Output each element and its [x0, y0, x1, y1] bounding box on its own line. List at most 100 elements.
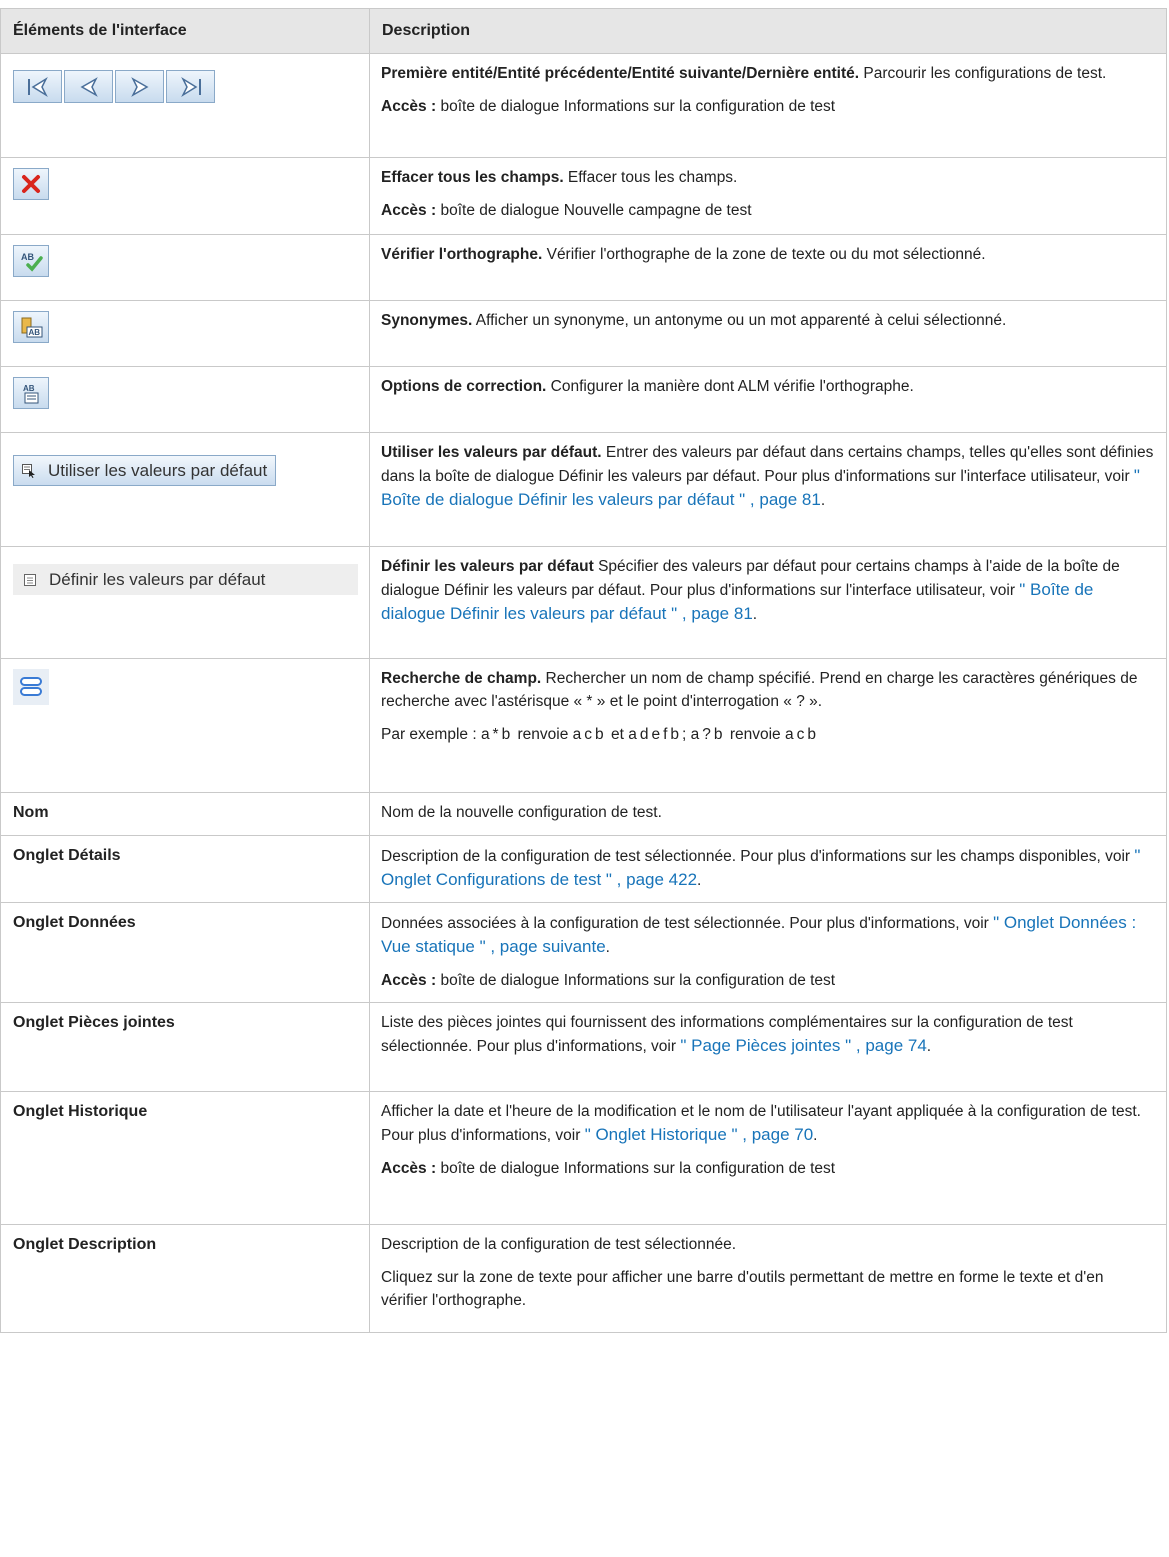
attachments-label-cell: Onglet Pièces jointes: [0, 1002, 370, 1092]
history-end: .: [813, 1127, 818, 1144]
table-row: Onglet Données Données associées à la co…: [0, 902, 1167, 1003]
name-text: Nom de la nouvelle configuration de test…: [381, 804, 662, 821]
table-row: Utiliser les valeurs par défaut Utiliser…: [0, 432, 1167, 547]
spelling-options-title: Options de correction.: [381, 378, 547, 395]
field-search-title: Recherche de champ.: [381, 670, 542, 687]
field-search-icon: [20, 677, 42, 696]
description-tab-description: Description de la configuration de test …: [369, 1224, 1167, 1333]
nav-title: Première entité/Entité précédente/Entité…: [381, 65, 860, 82]
use-defaults-button[interactable]: Utiliser les valeurs par défaut: [13, 455, 277, 486]
set-defaults-end: .: [752, 606, 758, 623]
spell-check-title: Vérifier l'orthographe.: [381, 246, 543, 263]
table-row: Onglet Historique Afficher la date et l'…: [0, 1091, 1167, 1225]
name-label: Nom: [13, 804, 49, 821]
details-text: Description de la configuration de test …: [381, 848, 1135, 865]
example-text-1: renvoie: [513, 726, 573, 743]
example-text-4: renvoie: [725, 726, 785, 743]
data-description: Données associées à la configuration de …: [369, 902, 1167, 1003]
table-row: Onglet Détails Description de la configu…: [0, 835, 1167, 903]
history-description: Afficher la date et l'heure de la modifi…: [369, 1091, 1167, 1225]
use-defaults-end: .: [820, 492, 826, 509]
clear-fields-description: Effacer tous les champs. Effacer tous le…: [369, 157, 1167, 235]
set-defaults-description: Définir les valeurs par défaut Spécifier…: [369, 546, 1167, 659]
attachments-end: .: [926, 1038, 932, 1055]
history-access-label: Accès :: [381, 1160, 437, 1177]
example-pattern-2: a?b: [690, 726, 726, 743]
header-description: Description: [369, 8, 1167, 54]
set-defaults-icon: [24, 573, 36, 586]
thesaurus-title: Synonymes.: [381, 312, 473, 329]
table-header-row: Éléments de l'interface Description: [0, 8, 1167, 54]
clear-fields-icon: [22, 175, 40, 193]
table-row: Onglet Pièces jointes Liste des pièces j…: [0, 1002, 1167, 1092]
data-text: Données associées à la configuration de …: [381, 915, 994, 932]
spelling-options-cell: AB: [0, 366, 370, 433]
clear-fields-button[interactable]: [13, 168, 49, 200]
nav-access-label: Accès :: [381, 98, 437, 115]
details-description: Description de la configuration de test …: [369, 835, 1167, 903]
description-text: Description de la configuration de test …: [381, 1236, 736, 1253]
clear-fields-text: Effacer tous les champs.: [563, 169, 738, 186]
attachments-tab-label: Onglet Pièces jointes: [13, 1014, 175, 1031]
spelling-options-description: Options de correction. Configurer la man…: [369, 366, 1167, 433]
field-search-button[interactable]: [13, 669, 49, 705]
details-label-cell: Onglet Détails: [0, 835, 370, 903]
history-access-text: boîte de dialogue Informations sur la co…: [436, 1160, 836, 1177]
data-access-text: boîte de dialogue Informations sur la co…: [436, 972, 836, 989]
clear-fields-title: Effacer tous les champs.: [381, 169, 564, 186]
last-entity-button[interactable]: [166, 70, 215, 103]
next-entity-button[interactable]: [115, 70, 164, 103]
entity-nav-buttons: [13, 70, 217, 103]
field-search-description: Recherche de champ. Rechercher un nom de…: [369, 658, 1167, 793]
thesaurus-cell: AB: [0, 300, 370, 367]
table-row: Effacer tous les champs. Effacer tous le…: [0, 157, 1167, 235]
use-defaults-icon: [22, 463, 35, 478]
set-defaults-button-label: Définir les valeurs par défaut: [49, 569, 266, 589]
history-tab-label: Onglet Historique: [13, 1103, 148, 1120]
history-link[interactable]: " Onglet Historique " , page 70: [585, 1125, 813, 1144]
spell-check-description: Vérifier l'orthographe. Vérifier l'ortho…: [369, 234, 1167, 301]
next-entity-icon: [131, 77, 149, 97]
svg-text:AB: AB: [21, 252, 34, 262]
spelling-options-text: Configurer la manière dont ALM vérifie l…: [546, 378, 914, 395]
nav-text: Parcourir les configurations de test.: [859, 65, 1107, 82]
table-row: Recherche de champ. Rechercher un nom de…: [0, 658, 1167, 793]
clear-fields-cell: [0, 157, 370, 235]
data-tab-label: Onglet Données: [13, 914, 136, 931]
table-row: Première entité/Entité précédente/Entité…: [0, 53, 1167, 158]
last-entity-icon: [181, 76, 201, 98]
example-text-2: et: [606, 726, 629, 743]
table-row: Définir les valeurs par défaut Définir l…: [0, 546, 1167, 659]
thesaurus-button[interactable]: AB: [13, 311, 49, 343]
example-result-2: adefb: [628, 726, 683, 743]
example-text-3: ;: [682, 726, 691, 743]
set-defaults-title: Définir les valeurs par défaut: [381, 558, 594, 575]
use-defaults-description: Utiliser les valeurs par défaut. Entrer …: [369, 432, 1167, 547]
nav-buttons-cell: [0, 53, 370, 158]
history-label-cell: Onglet Historique: [0, 1091, 370, 1225]
previous-entity-icon: [80, 77, 98, 97]
svg-text:AB: AB: [29, 328, 41, 337]
first-entity-icon: [28, 76, 48, 98]
attachments-link[interactable]: " Page Pièces jointes " , page 74: [680, 1036, 926, 1055]
details-end: .: [697, 872, 702, 889]
table-row: AB Vérifier l'orthographe. Vérifier l'or…: [0, 234, 1167, 301]
spell-check-button[interactable]: AB: [13, 245, 49, 277]
spelling-options-button[interactable]: AB: [13, 377, 49, 409]
set-defaults-button[interactable]: Définir les valeurs par défaut: [13, 564, 358, 595]
spelling-options-icon: AB: [23, 384, 39, 404]
nav-description: Première entité/Entité précédente/Entité…: [369, 53, 1167, 158]
thesaurus-icon: AB: [21, 317, 43, 338]
first-entity-button[interactable]: [13, 70, 62, 103]
data-access-label: Accès :: [381, 972, 437, 989]
field-search-cell: [0, 658, 370, 793]
spell-check-text: Vérifier l'orthographe de la zone de tex…: [542, 246, 986, 263]
ui-elements-table: Éléments de l'interface Description Prem…: [0, 8, 1167, 1333]
thesaurus-description: Synonymes. Afficher un synonyme, un anto…: [369, 300, 1167, 367]
spell-check-icon: AB: [21, 252, 43, 272]
previous-entity-button[interactable]: [64, 70, 113, 103]
svg-text:AB: AB: [23, 384, 35, 393]
example-pattern-1: a*b: [480, 726, 514, 743]
use-defaults-title: Utiliser les valeurs par défaut.: [381, 444, 602, 461]
table-row: AB Synonymes. Afficher un synonyme, un a…: [0, 300, 1167, 367]
